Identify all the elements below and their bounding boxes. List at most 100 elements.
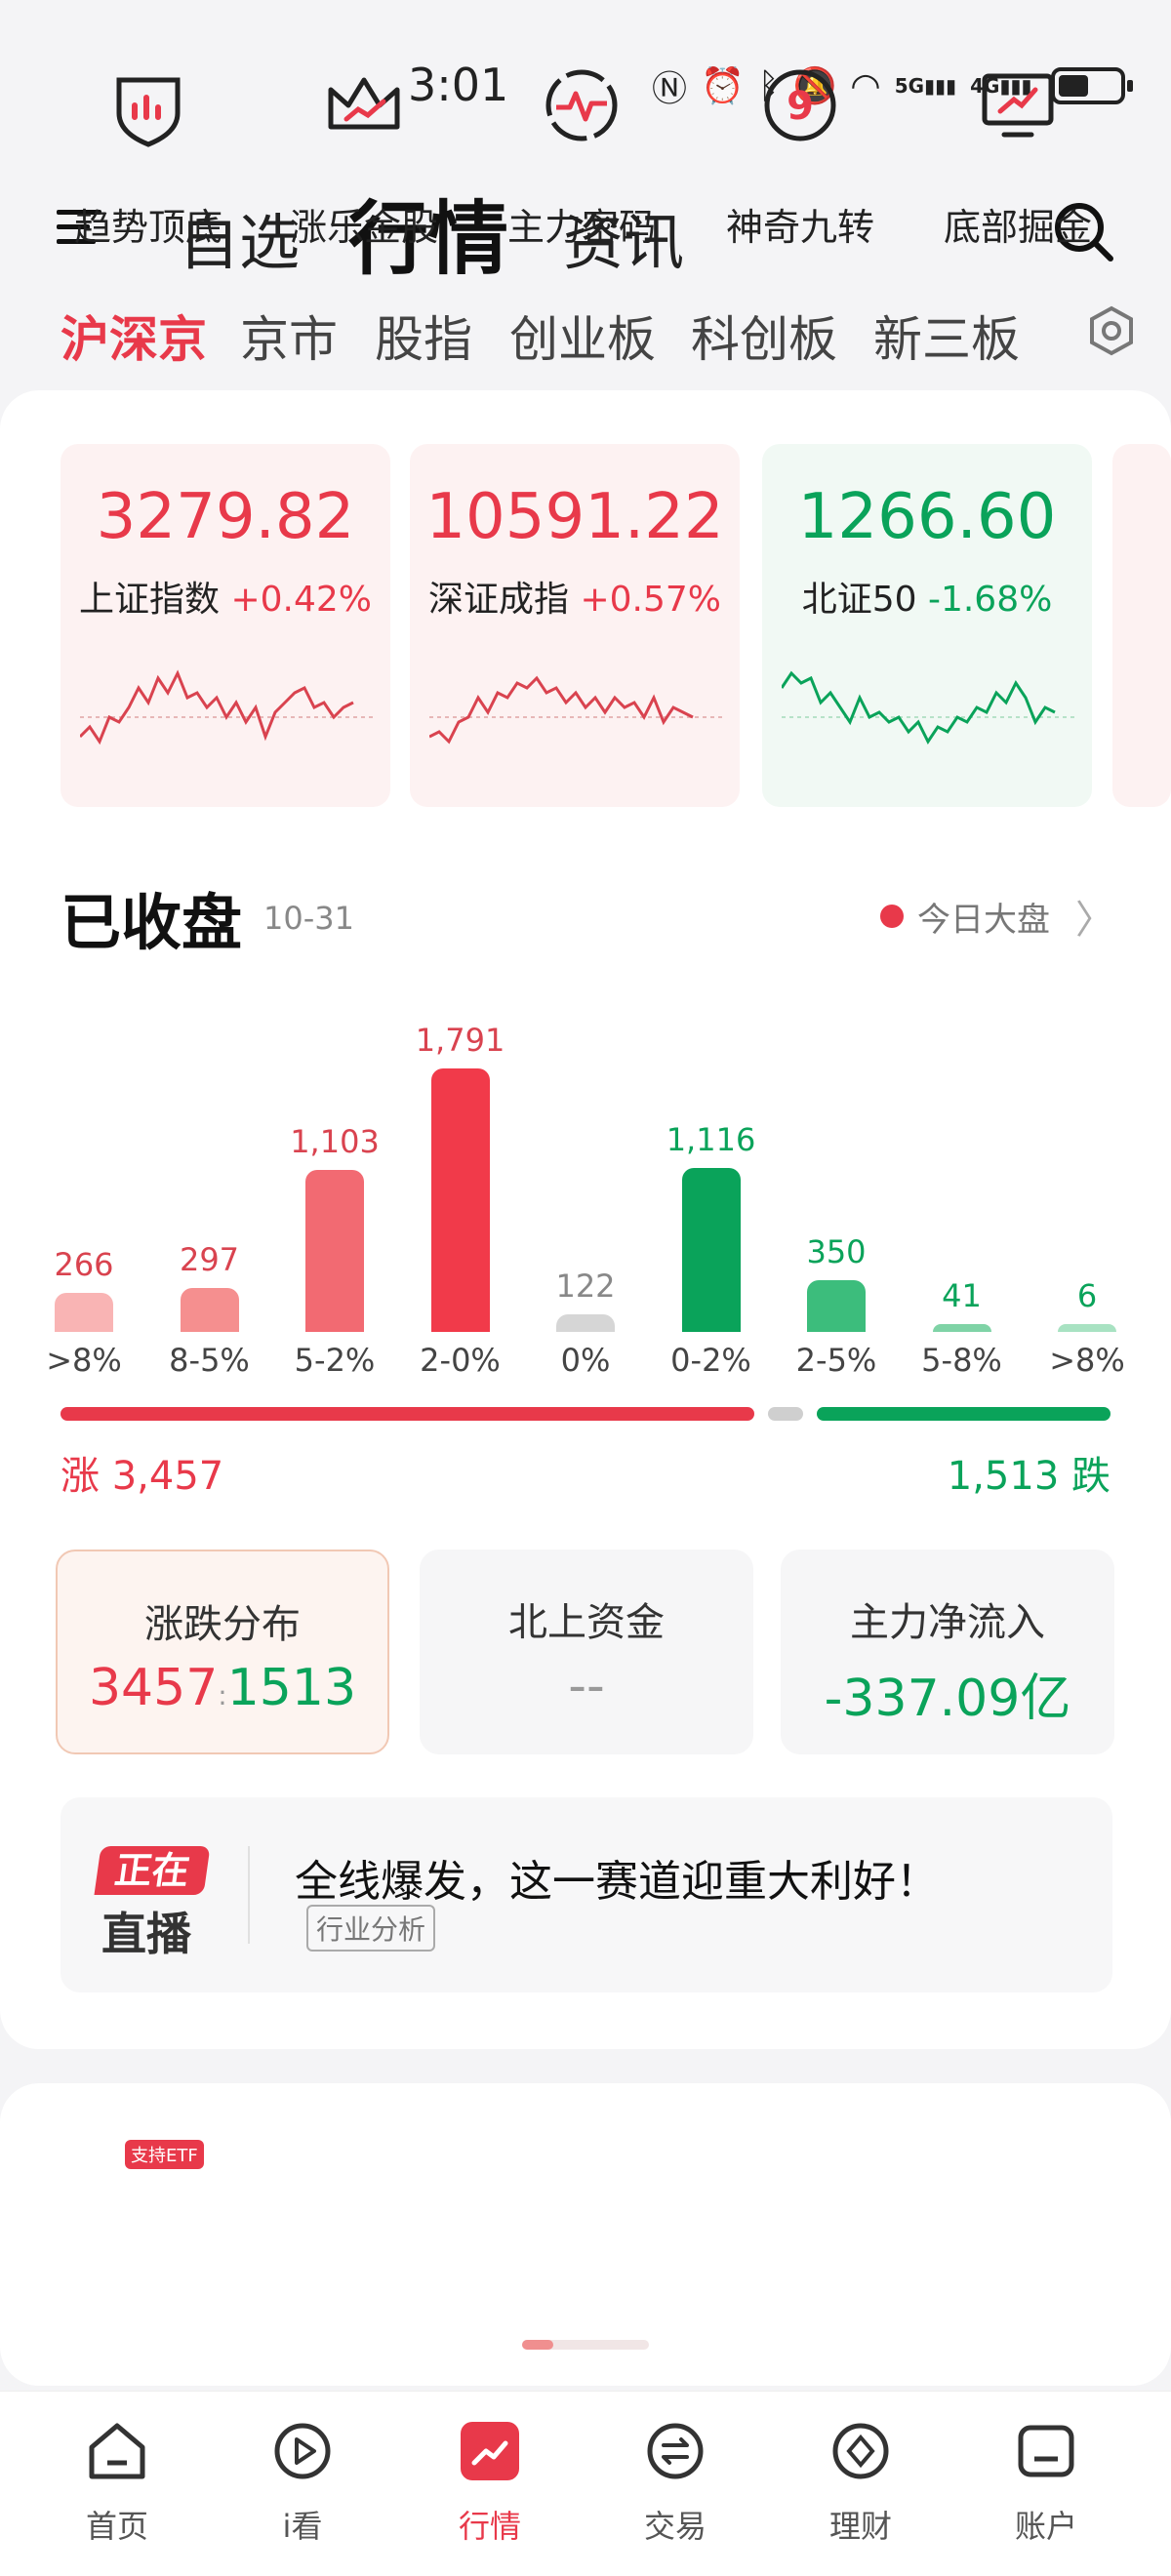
index-value: 10591.22: [425, 481, 724, 553]
chart-category-label: 0-2%: [670, 1342, 751, 1379]
nav-ikan[interactable]: i看: [224, 2416, 381, 2547]
chart-bar-value: 41: [942, 1277, 982, 1314]
chart-category-label: 2-0%: [420, 1342, 501, 1379]
subtab-jingshi[interactable]: 京市: [240, 301, 338, 371]
svg-text:9: 9: [787, 84, 814, 129]
chart-bar: [430, 1068, 490, 1332]
exchange-icon: [647, 2423, 704, 2479]
market-date: 10-31: [263, 900, 354, 937]
index-sparkline: [782, 670, 1074, 745]
nav-market[interactable]: 行情: [412, 2416, 568, 2547]
home-icon: [89, 2423, 145, 2479]
index-card-sz[interactable]: 10591.22 深证成指 +0.57%: [410, 444, 740, 807]
tool-bottom-gold[interactable]: 底部掘金: [910, 59, 1125, 251]
index-card-bz50[interactable]: 1266.60 北证50 -1.68%: [762, 444, 1092, 807]
chart-bar: [55, 1292, 113, 1332]
live-title: 全线爆发，这一赛道迎重大利好！: [295, 1857, 939, 1907]
index-value: 1266.60: [797, 481, 1057, 553]
market-subtabs: 沪深京 京市 股指 创业板 科创板 新三板: [0, 293, 1171, 371]
chart-bar-value: 297: [179, 1241, 240, 1279]
rise-fall-distribution-box[interactable]: 涨跌分布 3457:1513: [56, 1550, 389, 1754]
nav-trade[interactable]: 交易: [597, 2416, 753, 2547]
diamond-icon: [832, 2423, 889, 2479]
chart-category-label: 5-2%: [294, 1342, 376, 1379]
box-title: 涨跌分布: [144, 1602, 301, 1647]
tool-golden-stocks[interactable]: 涨乐金股: [257, 59, 471, 251]
rise-ratio-bar: [61, 1407, 755, 1421]
live-badge: 正在 直播: [94, 1846, 215, 1960]
chart-bar: [1058, 1324, 1116, 1332]
main-net-inflow-box[interactable]: 主力净流入 -337.09亿: [781, 1550, 1114, 1754]
chart-bar-value: 266: [54, 1245, 114, 1283]
net-inflow-value: -337.09亿: [824, 1670, 1071, 1728]
index-value: 3279.82: [96, 481, 355, 553]
today-market-label: 今日大盘: [917, 900, 1050, 940]
chart-category-label: 5-8%: [921, 1342, 1002, 1379]
fall-ratio-bar: [817, 1407, 1110, 1421]
etf-badge: 支持ETF: [125, 2140, 204, 2169]
chart-bar: [932, 1324, 991, 1332]
rise-fall-distribution-chart[interactable]: 266 >8% 297 8-5% 1,103 5-2% 1,791 2-0% 122 0% 1,11…: [0, 976, 1171, 1386]
subtab-star[interactable]: 科创板: [691, 301, 837, 371]
chart-bar-value: 122: [555, 1267, 616, 1305]
market-chart-icon: [461, 2422, 519, 2480]
crown-chart-icon: [328, 77, 400, 130]
chart-bar-value: 1,103: [290, 1122, 380, 1160]
today-market-link[interactable]: 今日大盘 〉: [880, 888, 1114, 945]
index-name: 深证成指: [428, 580, 570, 620]
chart-bar-value: 350: [806, 1233, 867, 1271]
chart-bar: [305, 1169, 364, 1332]
nav-account[interactable]: 账户: [968, 2416, 1124, 2547]
index-card-partial[interactable]: [1112, 444, 1171, 807]
index-change: +0.57%: [580, 580, 721, 620]
nine-circle-icon: 9: [764, 69, 836, 141]
index-sparkline: [429, 675, 722, 745]
chart-bar-value: 1,791: [415, 1022, 505, 1059]
chart-bar: [556, 1313, 615, 1332]
chart-category-label: 8-5%: [169, 1342, 250, 1379]
account-icon: [1018, 2425, 1074, 2477]
subtab-chinext[interactable]: 创业板: [509, 301, 656, 371]
fall-number: 1513: [226, 1659, 357, 1717]
play-circle-icon: [274, 2423, 331, 2479]
tool-trend-top-bottom[interactable]: 趋势顶底: [41, 59, 256, 251]
chart-bar-value: 1,116: [666, 1120, 756, 1158]
fall-count: 1,513 跌: [947, 1454, 1110, 1499]
live-dot-icon: [880, 905, 904, 928]
nav-home[interactable]: 首页: [39, 2416, 195, 2547]
monitor-chart-icon: [982, 73, 1054, 138]
box-title: 北上资金: [508, 1600, 665, 1645]
chart-category-label: >8%: [46, 1342, 122, 1379]
tools-scroll-indicator: [522, 2340, 649, 2350]
shield-chart-icon: [116, 77, 181, 147]
index-name: 北证50: [801, 580, 917, 620]
nav-wealth[interactable]: 理财: [783, 2416, 939, 2547]
market-status-title: 已收盘: [61, 887, 243, 958]
flat-ratio-bar: [768, 1407, 804, 1421]
chart-bar: [681, 1167, 741, 1332]
live-banner[interactable]: 正在 直播 全线爆发，这一赛道迎重大利好！ 行业分析: [61, 1797, 1112, 1992]
chevron-right-icon: 〉: [1075, 898, 1114, 943]
index-name: 上证指数: [79, 580, 221, 620]
subtab-neeq[interactable]: 新三板: [873, 301, 1020, 371]
index-change: +0.42%: [230, 580, 372, 620]
pulse-circle-icon: [545, 69, 618, 141]
tool-magic-nine[interactable]: 9 神奇九转: [693, 59, 908, 251]
subtab-hushenjing[interactable]: 沪深京: [61, 301, 207, 371]
index-sparkline: [80, 669, 373, 745]
settings-icon[interactable]: [1085, 304, 1138, 357]
index-card-sh[interactable]: 3279.82 上证指数 +0.42%: [61, 444, 390, 807]
box-title: 主力净流入: [850, 1600, 1045, 1645]
live-tag: 行业分析: [306, 1905, 436, 1952]
tool-main-force-code[interactable]: 主力密码: [474, 59, 689, 251]
index-change: -1.68%: [927, 580, 1053, 620]
chart-bar: [180, 1288, 239, 1332]
chart-category-label: 0%: [560, 1342, 611, 1379]
chart-category-label: >8%: [1049, 1342, 1125, 1379]
subtab-index[interactable]: 股指: [375, 301, 472, 371]
northbound-funds-box[interactable]: 北上资金 --: [420, 1550, 753, 1754]
bottom-nav: 首页 i看 行情 交易 理财 账户: [0, 2391, 1171, 2576]
chart-bar-value: 6: [1076, 1277, 1098, 1314]
chart-bar: [807, 1280, 866, 1332]
northbound-value: --: [568, 1657, 605, 1715]
